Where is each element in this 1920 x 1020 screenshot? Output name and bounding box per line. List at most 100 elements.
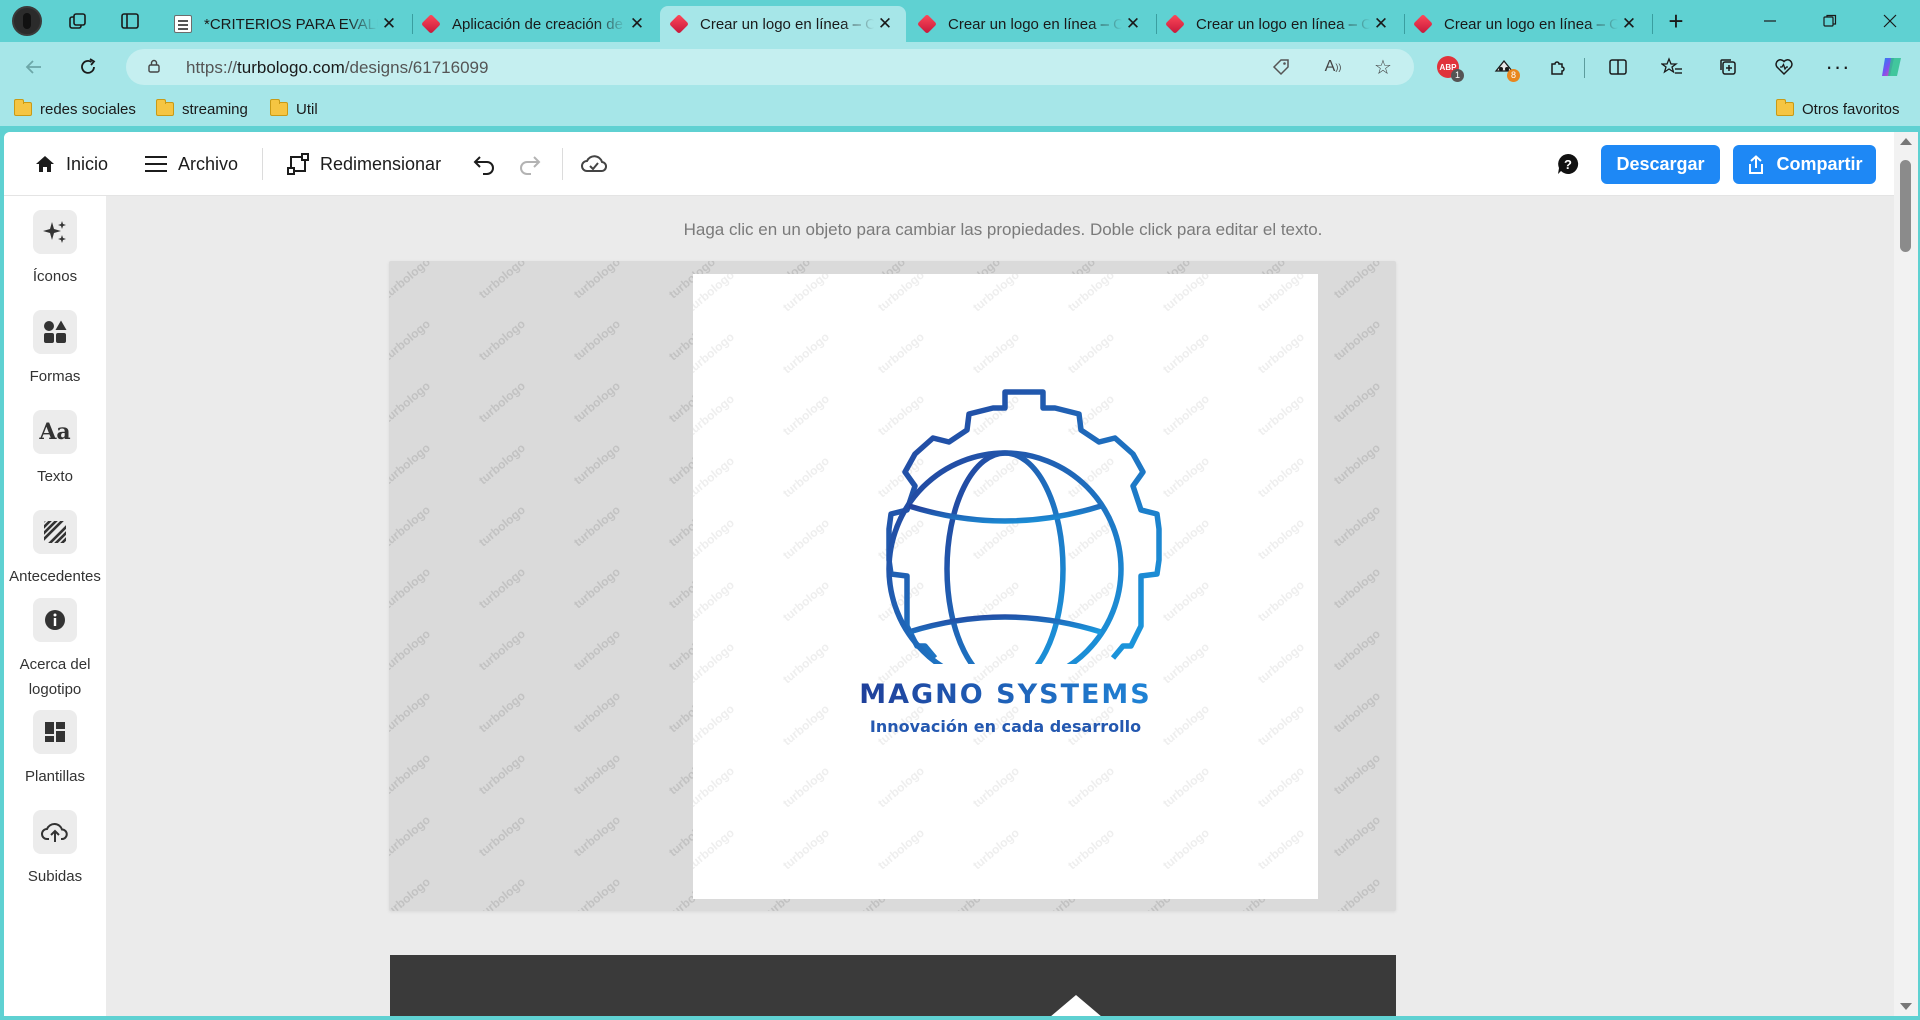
refresh-icon[interactable] <box>72 51 104 83</box>
folder-icon <box>156 99 174 116</box>
extensions-puzzle-icon[interactable] <box>1542 51 1574 83</box>
close-tab-icon[interactable]: ✕ <box>874 14 896 34</box>
sidebar-item-backgrounds[interactable]: Antecedentes <box>4 510 106 589</box>
favorites-list-icon[interactable] <box>1656 51 1688 83</box>
lock-icon[interactable] <box>148 59 160 73</box>
watermark-text: turbologo <box>476 502 528 550</box>
sidebar-item-shapes[interactable]: Formas <box>4 310 106 389</box>
help-button[interactable]: ? <box>1556 132 1580 196</box>
watermark-text: turbologo <box>1331 378 1383 426</box>
tab-2[interactable]: Aplicación de creación de logos ✕ <box>412 6 658 42</box>
close-tab-icon[interactable]: ✕ <box>1122 14 1144 34</box>
help-chat-icon: ? <box>1558 153 1579 174</box>
home-button[interactable]: Inicio <box>34 132 108 196</box>
restore-icon[interactable] <box>1800 0 1860 42</box>
svg-text:?: ? <box>1564 157 1572 172</box>
share-icon <box>1749 154 1764 174</box>
upload-cloud-icon <box>33 810 77 854</box>
close-tab-icon[interactable]: ✕ <box>378 14 400 34</box>
watermark-text: turbologo <box>1331 750 1383 798</box>
close-window-icon[interactable] <box>1860 0 1920 42</box>
tag-icon[interactable] <box>1270 56 1292 78</box>
scroll-up-arrow-icon[interactable] <box>1900 138 1912 145</box>
logo-tagline[interactable]: Innovación en cada desarrollo <box>693 717 1318 736</box>
bookmark-folder-streaming[interactable]: streaming <box>156 98 248 120</box>
tab-3-active[interactable]: Crear un logo en línea – Crear ✕ <box>660 6 906 42</box>
close-tab-icon[interactable]: ✕ <box>626 14 648 34</box>
sidebar-item-uploads[interactable]: Subidas <box>4 810 106 889</box>
url-text: https://turbologo.com/designs/61716099 <box>186 58 489 77</box>
watermark-text: turbologo <box>389 564 433 612</box>
sidebar-item-about-logo[interactable]: Acerca del logotipo <box>4 598 106 702</box>
watermark-text: turbologo <box>571 564 623 612</box>
download-button[interactable]: Descargar <box>1601 145 1720 184</box>
folder-icon <box>14 99 32 116</box>
resize-button[interactable]: Redimensionar <box>286 132 441 196</box>
sidebar-item-text[interactable]: Aa Texto <box>4 410 106 489</box>
watermark-text: turbologo <box>571 502 623 550</box>
watermark-text: turbologo <box>571 874 623 911</box>
watermark-text: turbologo <box>389 688 433 736</box>
url-field[interactable]: https://turbologo.com/designs/61716099 A… <box>126 49 1414 85</box>
share-button[interactable]: Compartir <box>1733 145 1876 184</box>
cloud-save-status[interactable] <box>580 132 608 196</box>
sidebar-item-icons[interactable]: Íconos <box>4 210 106 289</box>
watermark-text: turbologo <box>1331 812 1383 860</box>
page-scrollbar[interactable] <box>1894 132 1918 1016</box>
bookmark-folder-util[interactable]: Util <box>270 98 318 120</box>
split-screen-icon[interactable] <box>1602 51 1634 83</box>
undo-button[interactable] <box>472 132 496 196</box>
tab-6[interactable]: Crear un logo en línea – Crear ✕ <box>1404 6 1650 42</box>
document-icon <box>174 15 192 33</box>
globe-gear-logo-icon[interactable] <box>693 274 1318 899</box>
folder-icon <box>270 99 288 116</box>
artboard[interactable]: turbologo turbologo turbologo turbologo turb… <box>389 261 1396 911</box>
more-menu-icon[interactable]: ··· <box>1822 51 1854 83</box>
templates-icon <box>33 710 77 754</box>
watermark-text: turbologo <box>476 440 528 488</box>
favorite-star-icon[interactable]: ☆ <box>1372 56 1394 79</box>
sidebar-item-templates[interactable]: Plantillas <box>4 710 106 789</box>
close-tab-icon[interactable]: ✕ <box>1370 14 1392 34</box>
turbologo-icon <box>421 14 441 34</box>
tab-5[interactable]: Crear un logo en línea – Crear ✕ <box>1156 6 1402 42</box>
tab-actions-icon[interactable] <box>114 6 146 36</box>
file-label: Archivo <box>178 153 239 174</box>
turbologo-icon <box>1165 14 1185 34</box>
next-artboard-preview[interactable] <box>390 955 1396 1016</box>
other-favorites-folder[interactable]: Otros favoritos <box>1776 98 1900 120</box>
bookmarks-bar: redes sociales streaming Util Otros favo… <box>0 92 1920 126</box>
tab-4[interactable]: Crear un logo en línea – Crear ✕ <box>908 6 1154 42</box>
tab-1[interactable]: *CRITERIOS PARA EVALUAR ✕ <box>164 6 410 42</box>
profile-avatar[interactable] <box>12 6 42 36</box>
watermark-text: turbologo <box>389 750 433 798</box>
workspaces-icon[interactable] <box>62 6 94 36</box>
file-menu-button[interactable]: Archivo <box>144 132 238 196</box>
home-label: Inicio <box>66 153 109 174</box>
logo-card[interactable]: turbologo turbologo turbologo turbologo turb… <box>693 274 1318 899</box>
redo-button[interactable] <box>518 132 542 196</box>
collections-icon[interactable] <box>1712 51 1744 83</box>
browser-essentials-icon[interactable] <box>1768 51 1800 83</box>
adblock-extension-icon[interactable]: ABP 1 <box>1432 51 1464 83</box>
scroll-thumb[interactable] <box>1900 160 1911 252</box>
undo-icon <box>473 156 494 175</box>
watermark-text: turbologo <box>571 440 623 488</box>
read-aloud-icon[interactable]: A)) <box>1322 56 1344 78</box>
editor-toolbar: Inicio Archivo Redimensionar ? Descargar… <box>4 132 1900 196</box>
extension-icon[interactable]: 8 <box>1488 51 1520 83</box>
new-tab-icon[interactable]: + <box>1660 6 1692 36</box>
watermark-text: turbologo <box>571 750 623 798</box>
cloud-check-icon <box>581 155 608 172</box>
close-tab-icon[interactable]: ✕ <box>1618 14 1640 34</box>
stripes-icon <box>33 510 77 554</box>
scroll-down-arrow-icon[interactable] <box>1900 1003 1912 1010</box>
watermark-text: turbologo <box>389 812 433 860</box>
bookmark-folder-redes[interactable]: redes sociales <box>14 98 136 120</box>
watermark-text: turbologo <box>476 626 528 674</box>
watermark-text: turbologo <box>476 812 528 860</box>
copilot-icon[interactable] <box>1876 51 1908 83</box>
logo-brand-name[interactable]: MAGNO SYSTEMS <box>693 679 1318 710</box>
back-icon[interactable] <box>18 51 50 83</box>
minimize-icon[interactable] <box>1740 0 1800 42</box>
